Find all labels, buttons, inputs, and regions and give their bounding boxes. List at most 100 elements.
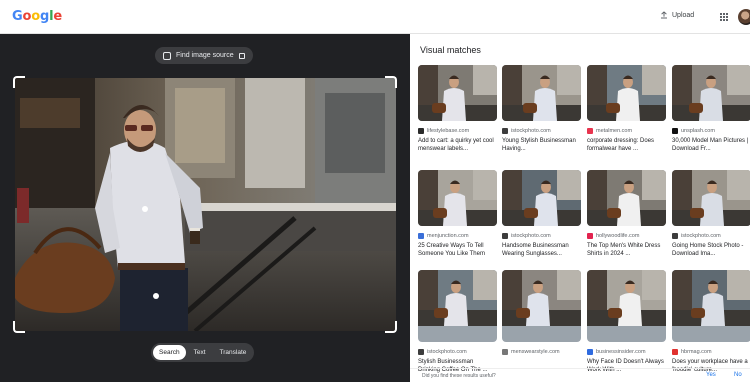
match-source: istockphoto.com — [418, 347, 497, 356]
google-logo[interactable]: Google — [12, 9, 62, 24]
upload-label: Upload — [672, 11, 695, 19]
match-source-label: unsplash.com — [681, 127, 715, 134]
match-source: istockphoto.com — [672, 231, 750, 240]
logo-letter: o — [22, 9, 32, 24]
upload-button[interactable]: Upload — [660, 11, 694, 19]
apps-grid-icon[interactable] — [720, 13, 728, 21]
match-title[interactable]: Add to cart: a quirky yet cool menswear … — [418, 137, 497, 153]
visual-match-card[interactable]: istockphoto.com Going Home Stock Photo - … — [672, 170, 750, 258]
match-thumbnail[interactable] — [672, 170, 750, 226]
visual-match-card[interactable]: istockphoto.com Handsome Businessman Wear… — [502, 170, 581, 258]
visual-matches-heading: Visual matches — [420, 45, 481, 55]
match-title[interactable]: Going Home Stock Photo - Download Ima... — [672, 242, 750, 258]
match-thumbnail[interactable] — [418, 270, 497, 342]
visual-match-card[interactable]: menjunction.com 25 Creative Ways To Tell … — [418, 170, 497, 258]
feedback-question: Did you find these results useful? — [422, 373, 496, 379]
visual-match-card[interactable]: menswearstyle.com — [502, 270, 581, 374]
site-favicon-icon — [418, 348, 424, 355]
match-source-label: businessinsider.com — [596, 348, 646, 355]
open-external-icon — [238, 52, 245, 59]
site-favicon-icon — [502, 127, 508, 134]
logo-letter: G — [12, 9, 23, 24]
match-title[interactable]: Young Stylish Businessman Having... — [502, 137, 581, 153]
site-favicon-icon — [502, 232, 508, 239]
feedback-bar: Did you find these results useful? Yes N… — [410, 368, 750, 382]
match-source-label: lifestylebase.com — [427, 127, 470, 134]
match-title[interactable]: Handsome Businessman Wearing Sunglasses.… — [502, 242, 581, 258]
match-thumbnail[interactable] — [418, 170, 497, 226]
lens-icon — [163, 51, 171, 60]
match-thumbnail[interactable] — [587, 65, 666, 121]
match-thumbnail[interactable] — [587, 170, 666, 226]
top-bar: Google Upload — [0, 0, 750, 34]
match-source-label: hollywoodlife.com — [596, 232, 640, 239]
match-source-label: istockphoto.com — [511, 232, 551, 239]
site-favicon-icon — [502, 348, 508, 355]
logo-letter: g — [39, 9, 50, 24]
site-favicon-icon — [587, 127, 593, 134]
match-thumbnail[interactable] — [502, 170, 581, 226]
site-favicon-icon — [672, 348, 678, 355]
results-panel: Visual matches lifestylebase.com Add to c… — [410, 34, 750, 382]
match-thumbnail[interactable] — [587, 270, 666, 342]
match-thumbnail[interactable] — [502, 65, 581, 121]
site-favicon-icon — [587, 232, 593, 239]
match-thumbnail[interactable] — [672, 65, 750, 121]
image-viewer-panel: Find image source Search Text Translate — [0, 34, 410, 382]
tab-translate[interactable]: Translate — [214, 345, 253, 360]
logo-letter: e — [53, 9, 62, 24]
match-source: lifestylebase.com — [418, 126, 497, 135]
site-favicon-icon — [672, 127, 678, 134]
tab-search[interactable]: Search — [153, 345, 186, 360]
find-image-source-label: Find image source — [176, 52, 234, 59]
match-source: istockphoto.com — [502, 231, 581, 240]
visual-match-card[interactable]: hbrmag.com Does your workplace have a 'ho… — [672, 270, 750, 374]
match-source-label: menjunction.com — [427, 232, 469, 239]
match-source: unsplash.com — [672, 126, 750, 135]
logo-letter: o — [31, 9, 40, 24]
crop-handle-top-right[interactable] — [385, 76, 397, 88]
match-thumbnail[interactable] — [418, 65, 497, 121]
visual-match-card[interactable]: hollywoodlife.com The Top Men's White Dre… — [587, 170, 666, 258]
match-title[interactable]: The Top Men's White Dress Shirts in 2024… — [587, 242, 666, 258]
visual-match-card[interactable]: businessinsider.com Why Face ID Doesn't A… — [587, 270, 666, 374]
visual-match-card[interactable]: istockphoto.com Young Stylish Businessman… — [502, 65, 581, 153]
feedback-yes-button[interactable]: Yes — [706, 372, 716, 378]
site-favicon-icon — [418, 232, 424, 239]
tab-text[interactable]: Text — [188, 345, 212, 360]
site-favicon-icon — [587, 348, 593, 355]
find-image-source-button[interactable]: Find image source — [155, 47, 253, 64]
match-source: metalmen.com — [587, 126, 666, 135]
mode-tabs: Search Text Translate — [151, 343, 255, 362]
match-title[interactable]: corporate dressing: Does formalwear have… — [587, 137, 666, 153]
match-source-label: istockphoto.com — [511, 127, 551, 134]
visual-match-card[interactable]: lifestylebase.com Add to cart: a quirky y… — [418, 65, 497, 153]
site-favicon-icon — [672, 232, 678, 239]
match-source: hollywoodlife.com — [587, 231, 666, 240]
visual-match-card[interactable]: metalmen.com corporate dressing: Does for… — [587, 65, 666, 153]
match-source: hbrmag.com — [672, 347, 750, 356]
match-source-label: menswearstyle.com — [511, 348, 560, 355]
crop-handle-bottom-left[interactable] — [13, 321, 25, 333]
match-thumbnail[interactable] — [502, 270, 581, 342]
crop-handle-bottom-right[interactable] — [385, 321, 397, 333]
feedback-no-button[interactable]: No — [734, 372, 742, 378]
crop-handle-top-left[interactable] — [13, 76, 25, 88]
match-source-label: istockphoto.com — [427, 348, 467, 355]
match-title[interactable]: 30,000 Model Man Pictures | Download Fr.… — [672, 137, 750, 153]
avatar[interactable] — [738, 9, 750, 25]
upload-icon — [661, 11, 667, 19]
match-source: istockphoto.com — [502, 126, 581, 135]
match-source-label: metalmen.com — [596, 127, 633, 134]
match-source-label: hbrmag.com — [681, 348, 712, 355]
visual-match-card[interactable]: unsplash.com 30,000 Model Man Pictures | … — [672, 65, 750, 153]
query-image[interactable] — [15, 78, 396, 331]
match-source: menjunction.com — [418, 231, 497, 240]
match-thumbnail[interactable] — [672, 270, 750, 342]
match-source: menswearstyle.com — [502, 347, 581, 356]
match-source: businessinsider.com — [587, 347, 666, 356]
site-favicon-icon — [418, 127, 424, 134]
match-source-label: istockphoto.com — [681, 232, 721, 239]
match-title[interactable]: 25 Creative Ways To Tell Someone You Lik… — [418, 242, 497, 258]
visual-match-card[interactable]: istockphoto.com Stylish Businessman Drink… — [418, 270, 497, 374]
